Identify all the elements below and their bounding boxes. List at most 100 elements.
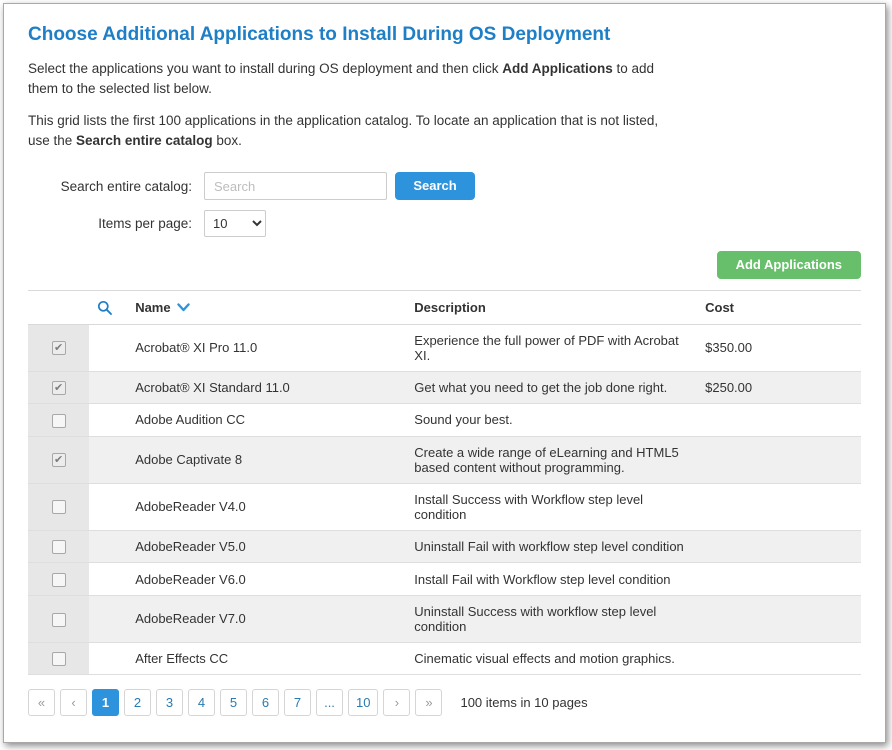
row-checkbox[interactable] xyxy=(52,573,66,587)
row-checkbox[interactable] xyxy=(52,652,66,666)
table-row: AdobeReader V5.0Uninstall Fail with work… xyxy=(28,530,861,563)
table-row: AdobeReader V7.0Uninstall Success with w… xyxy=(28,595,861,642)
app-cost xyxy=(697,436,861,483)
search-icon[interactable] xyxy=(97,300,113,316)
page-button-3[interactable]: 3 xyxy=(156,689,183,716)
name-column-header[interactable]: Name xyxy=(127,291,406,325)
detail-cell xyxy=(89,436,127,483)
sort-desc-icon xyxy=(177,303,190,312)
app-name: After Effects CC xyxy=(127,642,406,675)
app-name: AdobeReader V7.0 xyxy=(127,595,406,642)
select-column-header xyxy=(28,291,89,325)
app-table-body: ✔ Acrobat® XI Pro 11.0Experience the full… xyxy=(28,324,861,675)
detail-cell xyxy=(89,371,127,404)
page-button-2[interactable]: 2 xyxy=(124,689,151,716)
page-button-7[interactable]: 7 xyxy=(284,689,311,716)
page-button-5[interactable]: 5 xyxy=(220,689,247,716)
app-name: Acrobat® XI Standard 11.0 xyxy=(127,371,406,404)
row-checkbox[interactable] xyxy=(52,414,66,428)
row-checkbox[interactable] xyxy=(52,613,66,627)
pagination-summary: 100 items in 10 pages xyxy=(460,695,587,710)
app-description: Uninstall Fail with workflow step level … xyxy=(406,530,697,563)
checkbox-cell xyxy=(28,642,89,675)
table-row: ✔ Acrobat® XI Pro 11.0Experience the full… xyxy=(28,324,861,371)
app-description: Create a wide range of eLearning and HTM… xyxy=(406,436,697,483)
table-row: ✔Adobe Captivate 8Create a wide range of… xyxy=(28,436,861,483)
row-checkbox[interactable] xyxy=(52,500,66,514)
app-description: Sound your best. xyxy=(406,404,697,437)
app-name: AdobeReader V6.0 xyxy=(127,563,406,596)
intro-2-bold: Search entire catalog xyxy=(76,133,213,148)
row-checkbox[interactable]: ✔ xyxy=(52,381,66,395)
checkbox-cell xyxy=(28,530,89,563)
search-label: Search entire catalog: xyxy=(28,179,204,194)
app-cost xyxy=(697,483,861,530)
detail-cell xyxy=(89,642,127,675)
page-button-1[interactable]: 1 xyxy=(92,689,119,716)
checkbox-cell: ✔ xyxy=(28,436,89,483)
app-description: Get what you need to get the job done ri… xyxy=(406,371,697,404)
app-cost: $350.00 xyxy=(697,324,861,371)
app-cost xyxy=(697,404,861,437)
app-name: AdobeReader V5.0 xyxy=(127,530,406,563)
checkbox-cell: ✔ xyxy=(28,371,89,404)
app-description: Install Success with Workflow step level… xyxy=(406,483,697,530)
dialog-panel: Choose Additional Applications to Instal… xyxy=(3,3,886,743)
search-button[interactable]: Search xyxy=(395,172,475,200)
row-checkbox[interactable] xyxy=(52,540,66,554)
first-page-button[interactable]: « xyxy=(28,689,55,716)
add-applications-row: Add Applications xyxy=(28,251,861,279)
table-row: AdobeReader V6.0Install Fail with Workfl… xyxy=(28,563,861,596)
next-page-button[interactable]: › xyxy=(383,689,410,716)
app-name: AdobeReader V4.0 xyxy=(127,483,406,530)
app-description: Install Fail with Workflow step level co… xyxy=(406,563,697,596)
table-row: Adobe Audition CCSound your best. xyxy=(28,404,861,437)
app-description: Uninstall Success with workflow step lev… xyxy=(406,595,697,642)
app-cost xyxy=(697,595,861,642)
applications-table: Name Description Cost ✔ Acrobat® XI Pro 1… xyxy=(28,290,861,675)
page-button-4[interactable]: 4 xyxy=(188,689,215,716)
detail-cell xyxy=(89,595,127,642)
app-cost xyxy=(697,563,861,596)
table-row: ✔ Acrobat® XI Standard 11.0Get what you n… xyxy=(28,371,861,404)
app-cost: $250.00 xyxy=(697,371,861,404)
page-button-10[interactable]: 10 xyxy=(348,689,378,716)
intro-paragraph-1: Select the applications you want to inst… xyxy=(28,59,683,100)
table-row: AdobeReader V4.0Install Success with Wor… xyxy=(28,483,861,530)
checkbox-cell xyxy=(28,563,89,596)
page-button-6[interactable]: 6 xyxy=(252,689,279,716)
description-column-header[interactable]: Description xyxy=(406,291,697,325)
table-header-row: Name Description Cost xyxy=(28,291,861,325)
checkbox-cell xyxy=(28,404,89,437)
detail-cell xyxy=(89,324,127,371)
intro-1-pre: Select the applications you want to inst… xyxy=(28,61,502,76)
cost-column-header[interactable]: Cost xyxy=(697,291,861,325)
row-checkbox[interactable]: ✔ xyxy=(52,453,66,467)
pagination-controls: «‹1234567...10›» xyxy=(28,689,447,716)
filter-column-header xyxy=(89,291,127,325)
checkbox-cell xyxy=(28,483,89,530)
page-ellipsis-button[interactable]: ... xyxy=(316,689,343,716)
name-header-label: Name xyxy=(135,300,170,315)
row-checkbox[interactable]: ✔ xyxy=(52,341,66,355)
table-row: After Effects CCCinematic visual effects… xyxy=(28,642,861,675)
items-per-page-label: Items per page: xyxy=(28,216,204,231)
app-cost xyxy=(697,642,861,675)
prev-page-button[interactable]: ‹ xyxy=(60,689,87,716)
add-applications-button[interactable]: Add Applications xyxy=(717,251,861,279)
intro-1-bold: Add Applications xyxy=(502,61,613,76)
page-title: Choose Additional Applications to Instal… xyxy=(28,24,861,46)
items-per-page-select[interactable]: 10 xyxy=(204,210,266,237)
intro-paragraph-2: This grid lists the first 100 applicatio… xyxy=(28,111,683,152)
intro-2-post: box. xyxy=(213,133,242,148)
search-input[interactable] xyxy=(204,172,387,200)
app-name: Acrobat® XI Pro 11.0 xyxy=(127,324,406,371)
app-description: Experience the full power of PDF with Ac… xyxy=(406,324,697,371)
pagination: «‹1234567...10›» 100 items in 10 pages xyxy=(28,689,861,716)
last-page-button[interactable]: » xyxy=(415,689,442,716)
app-cost xyxy=(697,530,861,563)
detail-cell xyxy=(89,404,127,437)
detail-cell xyxy=(89,483,127,530)
detail-cell xyxy=(89,530,127,563)
search-form: Search entire catalog: Search Items per … xyxy=(28,172,861,237)
